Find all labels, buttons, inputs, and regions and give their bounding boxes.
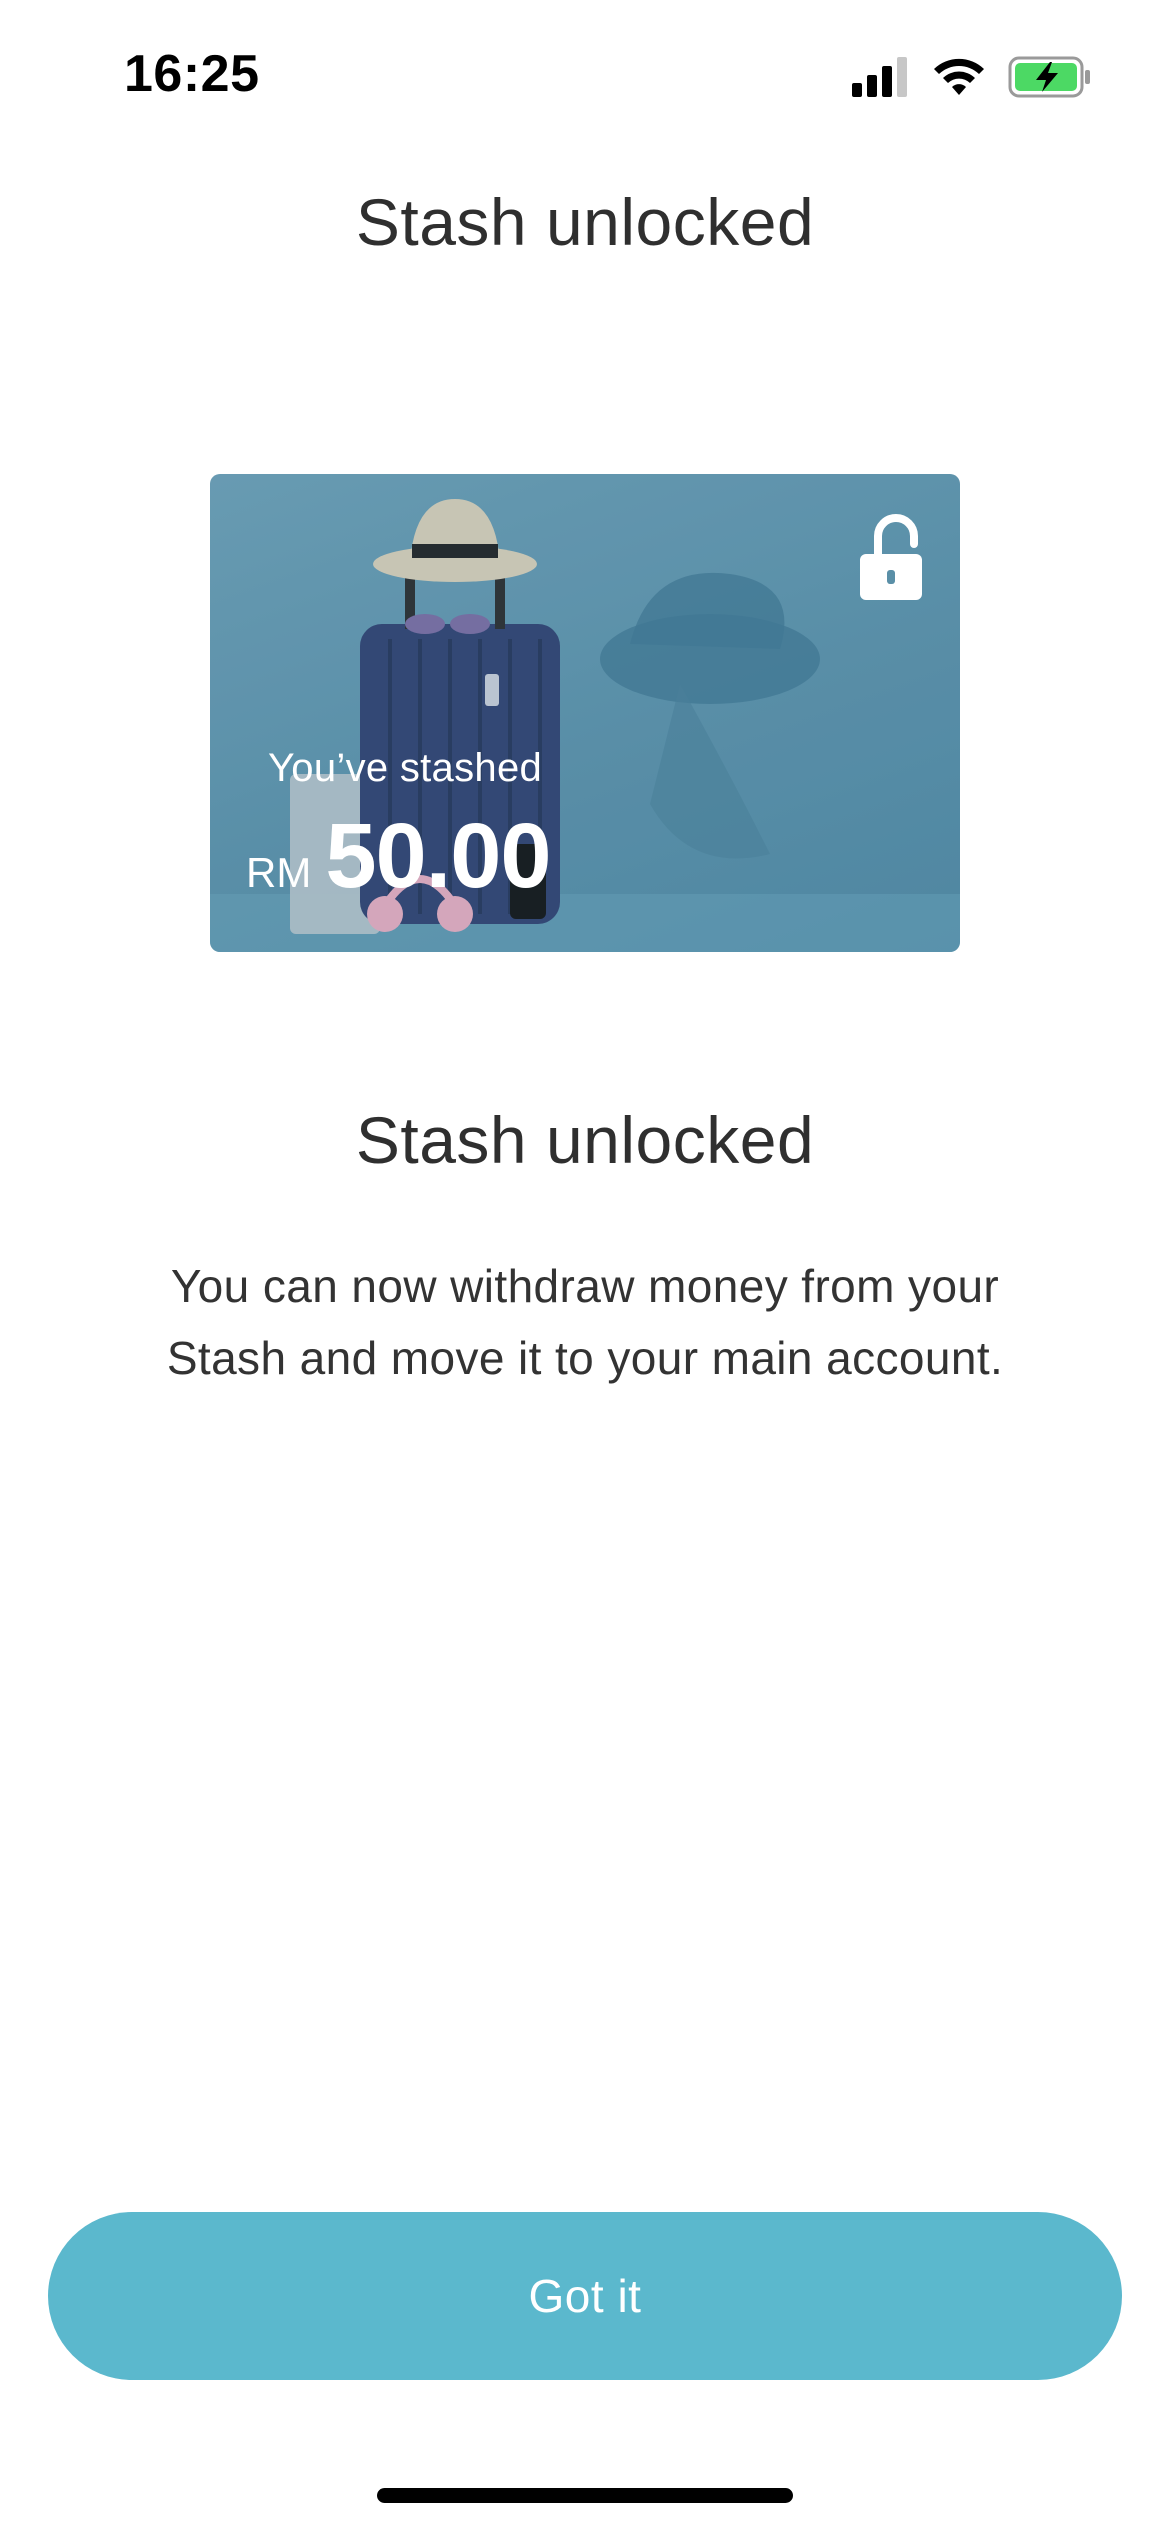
description-text: You can now withdraw money from your Sta… bbox=[166, 1260, 1004, 1384]
status-icons bbox=[852, 56, 1092, 103]
status-bar: 16:25 bbox=[0, 0, 1170, 150]
wifi-icon bbox=[932, 57, 986, 102]
section-title: Stash unlocked bbox=[355, 1103, 815, 1177]
amount-value: 50.00 bbox=[325, 805, 551, 907]
got-it-button[interactable]: Got it bbox=[48, 2212, 1122, 2380]
stashed-label: You’ve stashed bbox=[268, 746, 543, 790]
home-indicator[interactable] bbox=[377, 2488, 793, 2503]
currency-label: RM bbox=[246, 849, 312, 896]
cellular-signal-icon bbox=[852, 57, 910, 102]
status-time: 16:25 bbox=[124, 45, 260, 103]
stashed-amount: RM 50.00 bbox=[246, 804, 552, 909]
page-title: Stash unlocked bbox=[355, 185, 815, 259]
stash-card: You’ve stashed RM 50.00 bbox=[210, 474, 960, 952]
unlocked-padlock-icon bbox=[856, 514, 926, 604]
battery-charging-icon bbox=[1008, 56, 1092, 103]
